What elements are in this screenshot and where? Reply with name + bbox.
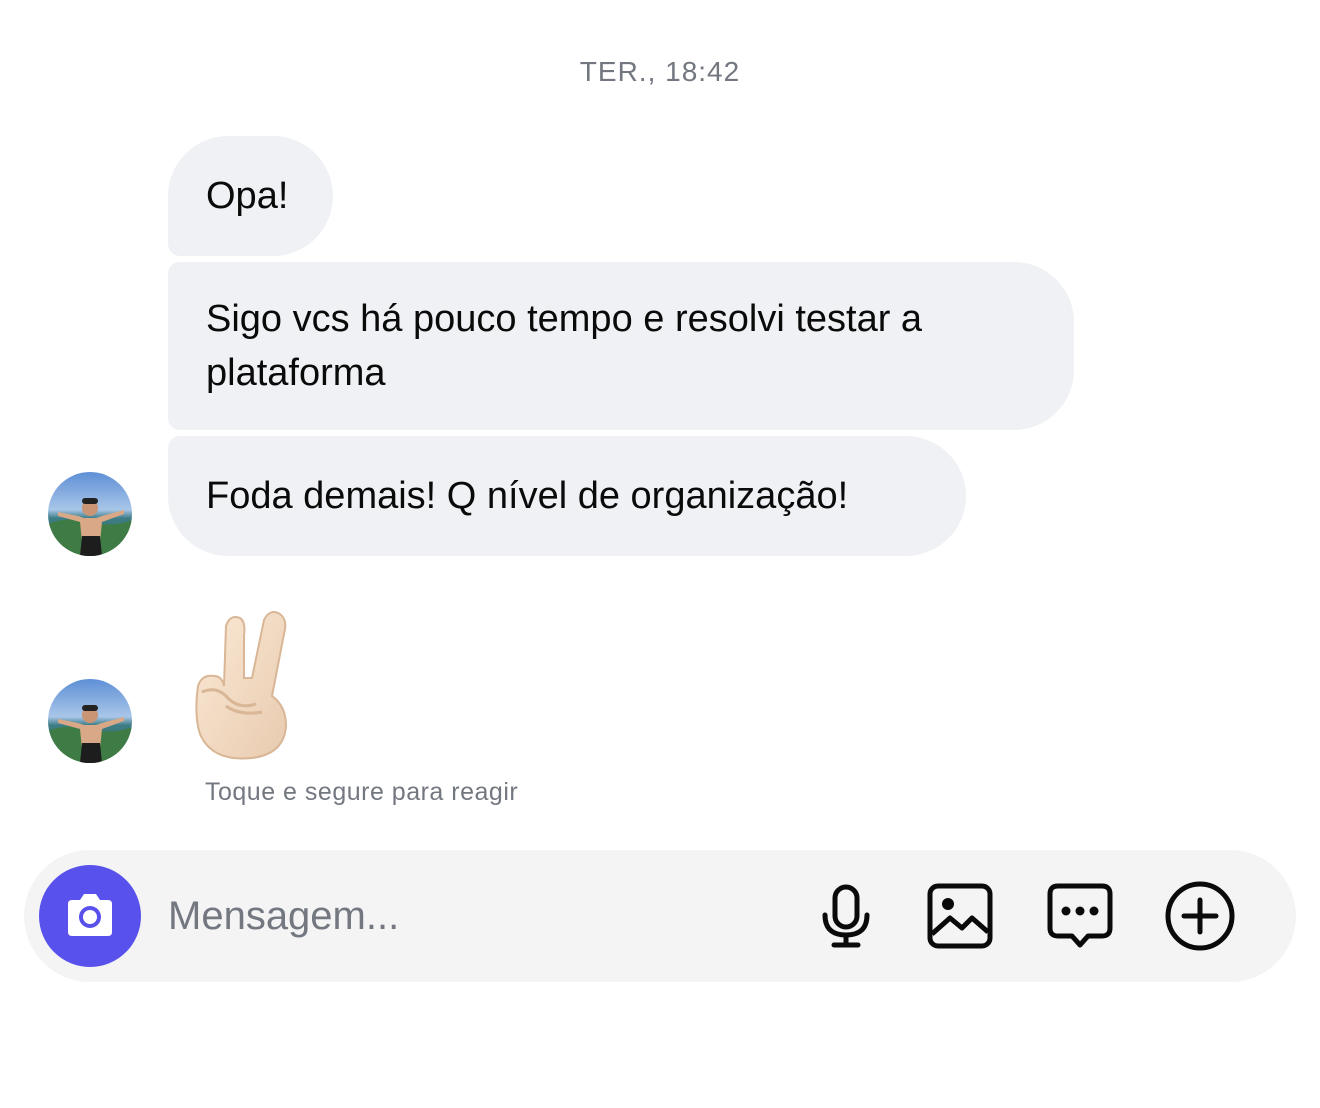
message-bubble[interactable]: Sigo vcs há pouco tempo e resolvi testar… (168, 262, 1074, 430)
message-text: Foda demais! Q nível de organização! (206, 475, 849, 517)
more-options-button[interactable] (1044, 880, 1116, 952)
reaction-hint: Toque e segure para reagir (205, 778, 519, 806)
add-attachment-button[interactable] (1164, 880, 1236, 952)
image-icon (927, 883, 993, 949)
message-bubble[interactable]: Foda demais! Q nível de organização! (168, 436, 966, 556)
plus-circle-icon (1165, 881, 1235, 951)
voice-message-button[interactable] (810, 880, 882, 952)
chat-more-icon (1047, 883, 1113, 948)
sender-avatar[interactable] (48, 679, 132, 763)
victory-hand-emoji[interactable] (186, 606, 304, 764)
message-text: Opa! (206, 175, 289, 217)
message-composer (24, 850, 1296, 982)
message-bubble[interactable]: Opa! (168, 136, 333, 256)
message-text: Sigo vcs há pouco tempo e resolvi testar… (206, 298, 923, 394)
conversation-timestamp: TER., 18:42 (579, 56, 741, 87)
message-input[interactable] (168, 880, 768, 952)
camera-button[interactable] (39, 865, 141, 967)
microphone-icon (822, 884, 870, 948)
camera-icon (68, 894, 112, 936)
sender-avatar[interactable] (48, 472, 132, 556)
gallery-button[interactable] (924, 880, 996, 952)
